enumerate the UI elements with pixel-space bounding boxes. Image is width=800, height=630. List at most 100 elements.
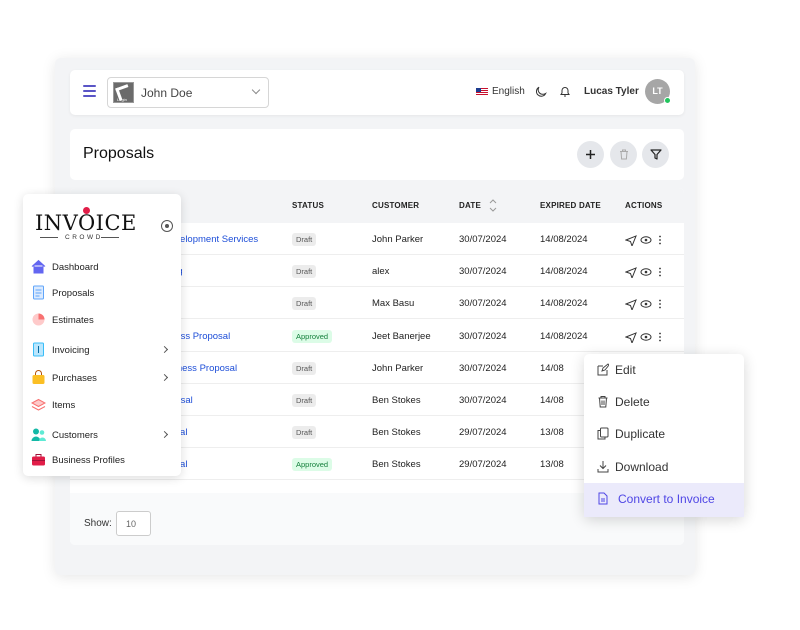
sidebar-item-label: Business Profiles [52, 455, 125, 466]
home-icon [31, 259, 46, 274]
copy-icon [597, 427, 609, 440]
sidebar-item-business-profiles[interactable]: Business Profiles [31, 450, 173, 472]
add-button[interactable] [577, 141, 604, 168]
date-cell: 29/07/2024 [459, 427, 507, 439]
sidebar-item-label: Invoicing [52, 345, 90, 356]
menu-item-delete[interactable]: Delete [584, 386, 744, 418]
sidebar-item-items[interactable]: Items [31, 395, 173, 417]
status-badge: Approved [292, 458, 333, 472]
business-selector[interactable]: Login John Doe [107, 77, 269, 108]
page-title: Proposals [83, 145, 155, 162]
us-flag-icon [476, 87, 488, 96]
column-customer[interactable]: CUSTOMER [372, 201, 419, 210]
delete-button[interactable] [610, 141, 637, 168]
row-action-icons[interactable] [624, 331, 665, 345]
row-actions[interactable] [624, 297, 665, 312]
sidebar-item-label: Purchases [52, 373, 97, 384]
sidebar-item-proposals[interactable]: Proposals [31, 283, 173, 305]
chevron-down-icon [251, 85, 261, 95]
column-expired-date[interactable]: EXPIRED DATE [540, 201, 601, 210]
customer-cell: John Parker [372, 234, 424, 245]
sidebar-item-estimates[interactable]: Estimates [31, 310, 173, 332]
user-name[interactable]: Lucas Tyler [584, 86, 639, 97]
menu-toggle-icon[interactable] [83, 85, 96, 97]
row-action-icons[interactable] [624, 234, 665, 248]
filter-icon [649, 149, 662, 160]
expired-date-cell: 13/08 [540, 459, 564, 471]
expired-date-cell: 14/08/2024 [540, 266, 588, 278]
customer-cell: Ben Stokes [372, 459, 421, 471]
sidebar: INVOICE CROWD Dashboard Proposals Estimate… [23, 194, 181, 476]
expired-date-cell: 14/08 [540, 395, 564, 406]
proposal-name-link[interactable]: evelopment Services [170, 234, 258, 245]
customer-cell: Ben Stokes [372, 427, 421, 439]
status-badge: Draft [292, 394, 317, 407]
row-action-icons[interactable] [624, 266, 665, 280]
moon-icon[interactable] [535, 86, 547, 98]
menu-item-edit[interactable]: Edit [584, 354, 744, 386]
menu-item-label: Delete [615, 395, 650, 409]
date-cell: 30/07/2024 [459, 362, 507, 374]
menu-item-duplicate[interactable]: Duplicate [584, 418, 744, 450]
column-actions: ACTIONS [625, 201, 663, 210]
edit-icon [597, 363, 609, 376]
trash-icon [598, 396, 608, 408]
expired-date-cell: 14/08/2024 [540, 234, 588, 245]
menu-item-download[interactable]: Download [584, 451, 744, 483]
filter-button[interactable] [642, 141, 669, 168]
status-badge: Draft [292, 426, 317, 440]
status-badge: Draft [292, 233, 317, 246]
collapse-sidebar-icon[interactable] [161, 220, 173, 232]
sidebar-item-label: Estimates [52, 315, 94, 326]
date-cell: 30/07/2024 [459, 266, 507, 278]
business-name: John Doe [141, 86, 193, 100]
status-badge: Draft [292, 297, 317, 311]
customer-cell: Jeet Banerjee [372, 330, 431, 342]
menu-item-convert-to-invoice[interactable]: Convert to Invoice [584, 483, 744, 517]
sidebar-item-purchases[interactable]: Purchases [31, 368, 173, 390]
date-cell: 30/07/2024 [459, 330, 507, 342]
file-invoice-icon [598, 492, 608, 505]
column-status[interactable]: STATUS [292, 201, 324, 210]
trash-icon [619, 149, 628, 160]
logo-divider [40, 237, 58, 238]
logo-divider [101, 237, 119, 238]
status-badge: Draft [292, 265, 317, 279]
logo: INVOICE [35, 211, 137, 235]
row-actions[interactable] [624, 265, 665, 280]
menu-item-label: Convert to Invoice [618, 492, 715, 506]
language-selector[interactable]: English [476, 86, 525, 97]
menu-item-label: Download [615, 460, 669, 474]
menu-item-label: Edit [615, 363, 636, 377]
layers-icon [31, 398, 46, 411]
sidebar-item-invoicing[interactable]: Invoicing [31, 340, 173, 362]
row-action-icons[interactable] [624, 298, 665, 312]
sidebar-item-dashboard[interactable]: Dashboard [31, 257, 173, 279]
column-date[interactable]: DATE [459, 201, 481, 210]
sidebar-item-label: Items [52, 400, 76, 411]
bell-icon[interactable] [559, 85, 571, 98]
document-icon [33, 285, 44, 300]
status-badge: Draft [292, 361, 317, 375]
customer-cell: Ben Stokes [372, 395, 421, 406]
sidebar-item-label: Customers [52, 430, 98, 441]
page-size-select[interactable]: 10 [116, 511, 151, 536]
top-bar: Login John Doe English Lucas Tyler LT [70, 70, 684, 115]
download-icon [597, 461, 609, 473]
status-badge: Approved [292, 329, 333, 343]
row-actions[interactable] [624, 330, 665, 345]
invoice-icon [33, 342, 44, 357]
logo-subtitle: CROWD [65, 234, 103, 241]
sort-icon[interactable] [488, 196, 498, 214]
chevron-right-icon [160, 345, 169, 354]
customer-cell: Max Basu [372, 298, 415, 310]
show-label: Show: [84, 518, 112, 529]
menu-item-label: Duplicate [615, 427, 666, 441]
avatar[interactable]: LT [645, 79, 671, 104]
sidebar-item-label: Proposals [52, 288, 95, 299]
briefcase-icon [32, 454, 45, 466]
sidebar-item-customers[interactable]: Customers [31, 425, 173, 447]
row-actions[interactable] [624, 233, 665, 248]
expired-date-cell: 13/08 [540, 427, 564, 439]
date-cell: 30/07/2024 [459, 395, 507, 406]
